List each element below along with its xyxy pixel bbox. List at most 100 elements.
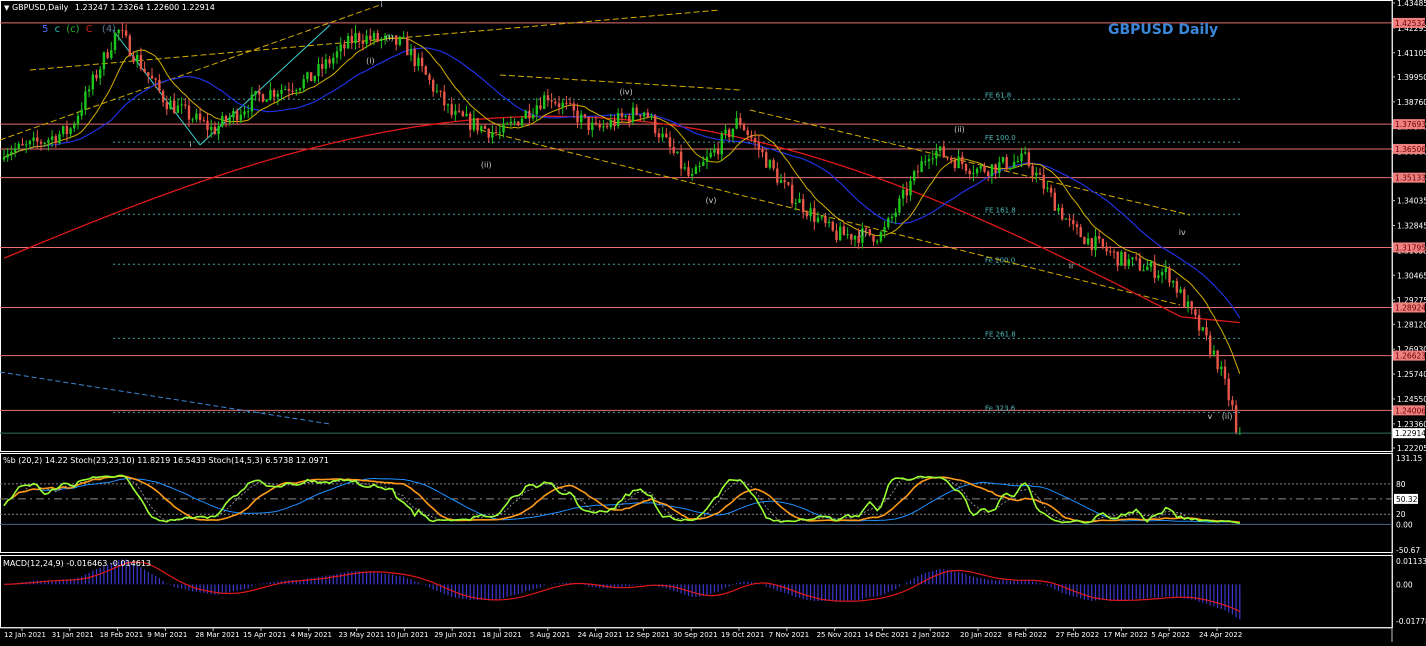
y-tick-label: 1.28120 bbox=[1397, 320, 1426, 329]
candle-body bbox=[1035, 172, 1038, 176]
candle-body bbox=[816, 217, 820, 222]
candles bbox=[2, 22, 1241, 435]
candle-body bbox=[369, 35, 372, 40]
candle-body bbox=[905, 189, 908, 196]
candle-body bbox=[1127, 259, 1130, 266]
candle-body bbox=[731, 128, 735, 138]
level-price-label: 1.36506 bbox=[1395, 145, 1426, 154]
x-tick-label: 9 Mar 2021 bbox=[147, 631, 187, 639]
candle-body bbox=[702, 161, 705, 166]
candle-body bbox=[1160, 272, 1164, 276]
candle-body bbox=[28, 140, 32, 145]
candle-body bbox=[47, 139, 50, 143]
candle-body bbox=[524, 110, 527, 119]
candle-body bbox=[1216, 350, 1219, 370]
wave-label: (i) bbox=[859, 229, 867, 238]
candle-body bbox=[1046, 187, 1049, 189]
candle-body bbox=[147, 72, 150, 76]
candle-body bbox=[550, 100, 553, 102]
candle-body bbox=[539, 105, 542, 109]
candle-body bbox=[938, 146, 942, 151]
wave-label: (ii) bbox=[481, 160, 492, 169]
candle-body bbox=[961, 156, 964, 165]
candle-body bbox=[54, 136, 57, 144]
candle-body bbox=[617, 113, 620, 127]
x-tick-label: 24 Apr 2022 bbox=[1199, 631, 1242, 639]
candle-body bbox=[846, 234, 849, 236]
candle-body bbox=[953, 160, 957, 169]
candle-body bbox=[1135, 257, 1138, 259]
candle-body bbox=[1231, 400, 1234, 406]
candle-body bbox=[502, 123, 505, 133]
candle-body bbox=[176, 105, 180, 113]
candle-body bbox=[1083, 237, 1086, 245]
candle-body bbox=[968, 170, 971, 174]
candle-body bbox=[739, 118, 742, 125]
candle-body bbox=[1075, 224, 1079, 228]
level-price-label: 1.31795 bbox=[1395, 243, 1426, 252]
candle-body bbox=[136, 54, 139, 62]
x-tick-label: 15 Apr 2021 bbox=[243, 631, 286, 639]
candle-body bbox=[446, 104, 450, 106]
candle-body bbox=[920, 161, 923, 173]
candle-body bbox=[994, 164, 997, 174]
candle-body bbox=[850, 234, 853, 240]
y-tick-label: 1.23360 bbox=[1397, 420, 1426, 429]
candle-body bbox=[506, 123, 509, 125]
candle-body bbox=[202, 120, 205, 122]
candle-body bbox=[1212, 350, 1216, 355]
candle-body bbox=[247, 111, 250, 113]
stoch-axis-label: -50.67 bbox=[1396, 546, 1420, 555]
candle-body bbox=[1116, 251, 1119, 266]
candle-body bbox=[491, 131, 494, 138]
candle-body bbox=[221, 116, 224, 127]
candle-body bbox=[39, 141, 43, 144]
candle-body bbox=[635, 107, 638, 115]
candle-body bbox=[295, 90, 298, 92]
x-tick-label: 12 Sep 2021 bbox=[625, 631, 669, 639]
candle-body bbox=[790, 184, 794, 204]
candle-body bbox=[642, 112, 646, 117]
collapse-arrow-icon[interactable]: ▼ bbox=[4, 4, 9, 12]
candle-body bbox=[498, 132, 501, 134]
candle-body bbox=[839, 226, 842, 241]
level-price-label: 1.24006 bbox=[1395, 406, 1426, 415]
candle-body bbox=[106, 52, 109, 58]
candle-body bbox=[809, 208, 812, 217]
candle-body bbox=[1061, 207, 1064, 220]
candle-body bbox=[346, 36, 350, 49]
chart-canvas[interactable]: FE 61.8FE 100.0FE 161.8Fe 200.0FE 261.8F… bbox=[0, 0, 1426, 642]
fib-levels: FE 61.8FE 100.0FE 161.8Fe 200.0FE 261.8F… bbox=[113, 91, 1240, 413]
candle-body bbox=[317, 64, 320, 76]
fib-label: FE 100.0 bbox=[985, 134, 1016, 142]
candle-body bbox=[872, 235, 875, 242]
x-tick-label: 28 Mar 2021 bbox=[195, 631, 239, 639]
candle-body bbox=[395, 35, 398, 45]
candle-body bbox=[235, 110, 239, 121]
candle-body bbox=[709, 152, 712, 157]
candle-body bbox=[890, 216, 894, 219]
candle-body bbox=[1020, 153, 1023, 162]
candle-body bbox=[10, 151, 13, 154]
wave-5: 5 bbox=[42, 24, 49, 35]
candle-body bbox=[957, 156, 960, 169]
candle-body bbox=[406, 36, 409, 56]
candle-body bbox=[428, 74, 431, 80]
candle-body bbox=[942, 146, 945, 158]
candle-body bbox=[187, 105, 191, 120]
candle-body bbox=[691, 173, 694, 176]
candle-body bbox=[1179, 289, 1182, 293]
candle-body bbox=[321, 64, 324, 69]
candle-body bbox=[1183, 289, 1186, 308]
candle-body bbox=[1234, 405, 1238, 434]
candle-body bbox=[494, 131, 498, 133]
candle-body bbox=[13, 148, 17, 152]
candle-body bbox=[358, 33, 361, 42]
candle-body bbox=[964, 164, 968, 171]
symbol-label: GBPUSD,Daily bbox=[11, 3, 69, 12]
candle-body bbox=[243, 111, 246, 115]
candle-body bbox=[58, 134, 61, 144]
macd-axis-label: 0.011337 bbox=[1396, 557, 1426, 566]
y-tick-label: 1.41105 bbox=[1397, 49, 1426, 58]
candle-body bbox=[894, 212, 897, 217]
